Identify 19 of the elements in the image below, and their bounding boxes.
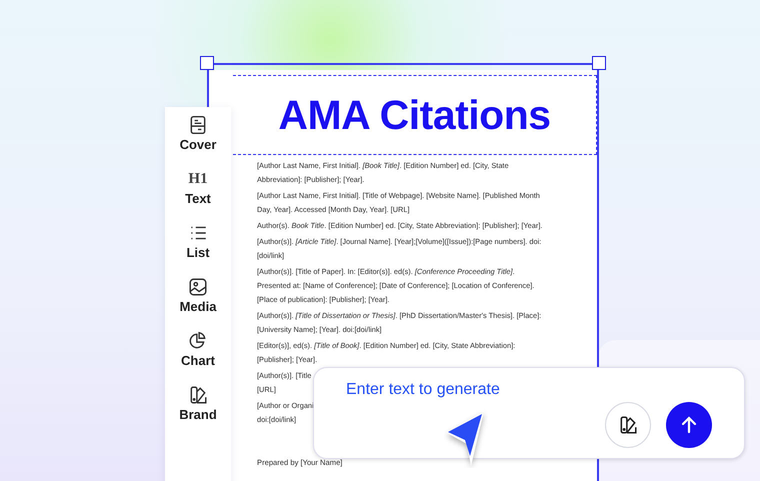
prompt-input[interactable]: Enter text to generate [344, 376, 608, 404]
tool-button[interactable]: Chart [181, 331, 215, 368]
tool-button[interactable]: Brand [179, 385, 217, 422]
tool-button[interactable]: Cover [180, 115, 216, 152]
tool-button[interactable]: List [186, 223, 210, 260]
document-icon [188, 115, 208, 135]
tool-button[interactable]: Media [180, 277, 216, 314]
brand-button[interactable] [605, 402, 651, 448]
swatch-icon [188, 385, 208, 405]
pie-chart-icon [188, 331, 208, 351]
swatch-icon [618, 415, 638, 435]
tool-button[interactable]: H1 Text [185, 169, 211, 206]
arrow-up-icon [679, 415, 699, 435]
image-icon [188, 277, 208, 297]
heading-icon: H1 [188, 169, 208, 189]
send-button[interactable] [666, 402, 712, 448]
document-title: AMA Citations [278, 92, 551, 138]
resize-handle[interactable] [592, 56, 606, 70]
resize-handle[interactable] [200, 56, 214, 70]
